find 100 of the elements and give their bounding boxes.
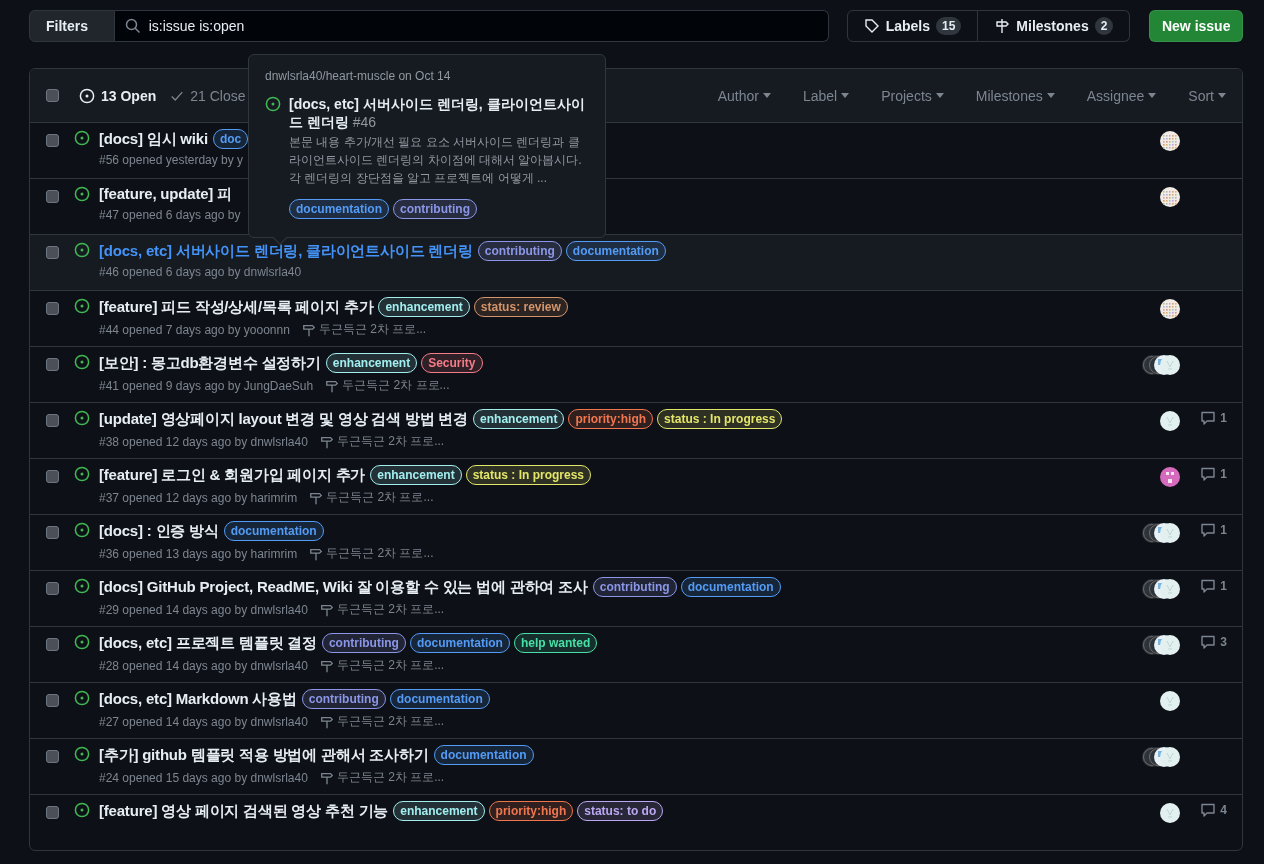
- checkbox[interactable]: [46, 414, 59, 427]
- hovercard-title[interactable]: [docs, etc] 서버사이드 렌더링, 클라이언트사이드 렌더링 #46: [289, 95, 589, 131]
- filter-dropdown[interactable]: Author: [717, 87, 771, 104]
- new-issue-button[interactable]: New issue: [1149, 10, 1243, 42]
- checkbox[interactable]: [46, 134, 59, 147]
- issue-title-link[interactable]: [docs] 임시 wiki: [99, 129, 208, 149]
- checkbox[interactable]: [46, 89, 59, 102]
- checkbox[interactable]: [46, 526, 59, 539]
- label-tag[interactable]: contributing: [393, 199, 477, 219]
- labels-button[interactable]: Labels 15: [846, 10, 979, 42]
- caret-icon: [935, 93, 944, 98]
- avatar[interactable]: [1160, 187, 1180, 207]
- state-tab[interactable]: 13 Open: [79, 87, 157, 104]
- avatar[interactable]: [1160, 467, 1180, 487]
- issue-title-link[interactable]: [docs, etc] 프로젝트 템플릿 결정: [99, 633, 317, 653]
- label-tag[interactable]: documentation: [409, 633, 510, 653]
- label-tag[interactable]: priority:high: [488, 801, 574, 821]
- open-issue-icon: [74, 130, 90, 146]
- issue-title-link[interactable]: [docs] GitHub Project, ReadME, Wiki 잘 이용할 수 있는 법에 관하여 조사: [99, 577, 588, 597]
- avatar-stack[interactable]: [1142, 355, 1180, 375]
- comment-count[interactable]: 1: [1200, 522, 1227, 538]
- state-tab[interactable]: 21 Close: [170, 87, 246, 104]
- filters-button[interactable]: Filters: [29, 10, 115, 42]
- filter-dropdown[interactable]: Sort: [1188, 87, 1226, 104]
- checkbox[interactable]: [46, 750, 59, 763]
- milestone-link[interactable]: 두근득근 2차 프로...: [301, 321, 427, 338]
- milestone-link[interactable]: 두근득근 2차 프로...: [319, 433, 445, 450]
- avatar[interactable]: [1160, 803, 1180, 823]
- milestone-icon: [319, 714, 334, 729]
- checkbox[interactable]: [46, 806, 59, 819]
- milestone-link[interactable]: 두근득근 2차 프로...: [309, 489, 434, 506]
- checkbox[interactable]: [46, 638, 59, 651]
- label-tag[interactable]: Security: [421, 353, 483, 373]
- avatar[interactable]: [1160, 131, 1180, 151]
- issue-title-link[interactable]: [추가] github 템플릿 적용 방법에 관해서 조사하기: [99, 745, 429, 765]
- label-tag[interactable]: contributing: [592, 577, 677, 597]
- filter-dropdown[interactable]: Assignee: [1086, 87, 1157, 104]
- label-tag[interactable]: status: review: [473, 297, 568, 317]
- checkbox[interactable]: [46, 302, 59, 315]
- checkbox[interactable]: [46, 694, 59, 707]
- milestones-button[interactable]: Milestones 2: [978, 10, 1131, 42]
- filter-dropdown[interactable]: Milestones: [975, 87, 1055, 104]
- avatar-stack[interactable]: [1142, 635, 1180, 655]
- milestone-link[interactable]: 두근득근 2차 프로...: [325, 377, 450, 394]
- avatar[interactable]: [1160, 691, 1180, 711]
- checkbox[interactable]: [46, 470, 59, 483]
- label-tag[interactable]: enhancement: [393, 801, 485, 821]
- comment-count[interactable]: 1: [1200, 466, 1227, 482]
- label-tag[interactable]: documentation: [223, 521, 324, 541]
- filter-dropdown[interactable]: Projects: [881, 87, 944, 104]
- milestone-link[interactable]: 두근득근 2차 프로...: [319, 601, 445, 618]
- label-tag[interactable]: documentation: [565, 241, 666, 261]
- issue-title-link[interactable]: [feature] 피드 작성/상세/목록 페이지 추가: [99, 297, 374, 317]
- label-tag[interactable]: enhancement: [378, 297, 470, 317]
- filter-dropdown[interactable]: Label: [802, 87, 850, 104]
- label-tag[interactable]: contributing: [477, 241, 562, 261]
- label-tag[interactable]: documentation: [389, 689, 490, 709]
- label-tag[interactable]: enhancement: [473, 409, 565, 429]
- label-tag[interactable]: status: to do: [577, 801, 664, 821]
- label-tag[interactable]: documentation: [289, 199, 389, 219]
- comment-count[interactable]: 4: [1200, 802, 1227, 818]
- checkbox[interactable]: [46, 358, 59, 371]
- avatar-stack[interactable]: [1142, 747, 1180, 767]
- milestone-link[interactable]: 두근득근 2차 프로...: [319, 713, 445, 730]
- caret-icon: [1148, 93, 1157, 98]
- issue-title-link[interactable]: [docs] : 인증 방식: [99, 521, 219, 541]
- avatar-stack[interactable]: [1142, 579, 1180, 599]
- label-tag[interactable]: contributing: [321, 633, 406, 653]
- issue-title-link[interactable]: [feature] 로그인 & 회원가입 페이지 추가: [99, 465, 366, 485]
- search-field[interactable]: is:issue is:open: [114, 10, 829, 42]
- label-tag[interactable]: status : In progress: [657, 409, 783, 429]
- issue-title-link[interactable]: [update] 영상페이지 layout 변경 및 영상 검색 방법 변경: [99, 409, 469, 429]
- avatar[interactable]: [1160, 411, 1180, 431]
- label-tag[interactable]: doc: [212, 129, 249, 149]
- label-tag[interactable]: documentation: [433, 745, 534, 765]
- comment-count[interactable]: 1: [1200, 410, 1227, 426]
- issue-title-link[interactable]: [보안] : 몽고db환경변수 설정하기: [99, 353, 321, 373]
- label-tag[interactable]: enhancement: [325, 353, 418, 373]
- label-tag[interactable]: contributing: [301, 689, 386, 709]
- checkbox[interactable]: [46, 246, 59, 259]
- avatar-stack[interactable]: [1142, 523, 1180, 543]
- issue-title-link[interactable]: [docs, etc] Markdown 사용법: [99, 689, 297, 709]
- milestone-link[interactable]: 두근득근 2차 프로...: [309, 545, 434, 562]
- label-tag[interactable]: help wanted: [513, 633, 598, 653]
- issue-title-link[interactable]: [feature] 영상 페이지 검색된 영상 추천 기능: [99, 801, 389, 821]
- label-tag[interactable]: priority:high: [568, 409, 654, 429]
- comment-count[interactable]: 3: [1200, 634, 1227, 650]
- label-tag[interactable]: documentation: [680, 577, 781, 597]
- issue-title-link[interactable]: [feature, update] 피: [99, 185, 232, 204]
- avatar[interactable]: [1160, 299, 1180, 319]
- issue-title-link[interactable]: [docs, etc] 서버사이드 렌더링, 클라이언트사이드 렌더링: [99, 241, 473, 261]
- milestone-link[interactable]: 두근득근 2차 프로...: [319, 769, 445, 786]
- hovered-row[interactable]: [docs, etc] 서버사이드 렌더링, 클라이언트사이드 렌더링 contributing documentation #46 opened 6 days ago by dnwlsrla40: [30, 234, 1242, 290]
- label-tag[interactable]: status : In progress: [465, 465, 591, 485]
- open-issue-icon: [74, 242, 90, 258]
- label-tag[interactable]: enhancement: [370, 465, 462, 485]
- comment-count[interactable]: 1: [1200, 578, 1227, 594]
- checkbox[interactable]: [46, 582, 59, 595]
- checkbox[interactable]: [46, 190, 59, 203]
- milestone-link[interactable]: 두근득근 2차 프로...: [319, 657, 445, 674]
